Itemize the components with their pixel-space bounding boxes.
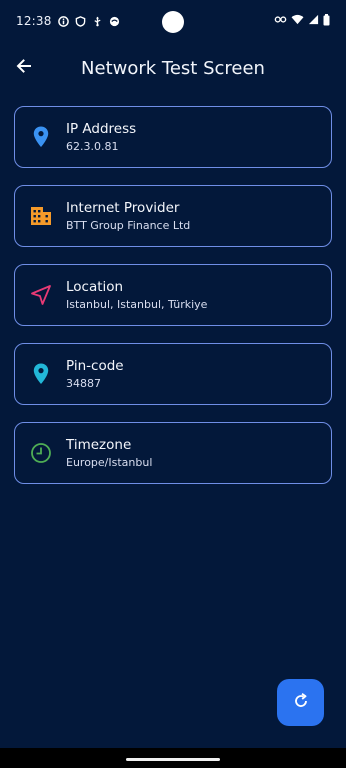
- signal-icon: [308, 14, 319, 28]
- info-icon: [57, 15, 69, 27]
- status-time: 12:38: [16, 14, 52, 28]
- clock-icon: [29, 441, 53, 465]
- card-location[interactable]: Location Istanbul, Istanbul, Türkiye: [14, 264, 332, 326]
- usb-icon: [92, 16, 103, 27]
- status-right-icons: [274, 13, 330, 29]
- refresh-icon: [292, 692, 310, 714]
- card-value: BTT Group Finance Ltd: [66, 219, 191, 232]
- card-ip-address[interactable]: IP Address 62.3.0.81: [14, 106, 332, 168]
- card-pin-code[interactable]: Pin-code 34887: [14, 343, 332, 405]
- status-left-icons: [57, 15, 120, 27]
- card-title: IP Address: [66, 121, 137, 137]
- navigation-bar: [0, 748, 346, 768]
- card-text: Pin-code 34887: [66, 358, 124, 390]
- card-title: Pin-code: [66, 358, 124, 374]
- card-text: Internet Provider BTT Group Finance Ltd: [66, 200, 190, 232]
- card-title: Timezone: [66, 437, 132, 453]
- card-value: Europe/Istanbul: [66, 456, 153, 469]
- wifi-icon: [291, 14, 304, 28]
- building-icon: [29, 204, 53, 228]
- status-left: 12:38: [16, 14, 120, 28]
- card-title: Internet Provider: [66, 200, 180, 216]
- card-text: Timezone Europe/Istanbul: [66, 437, 152, 469]
- navigation-arrow-icon: [29, 283, 53, 307]
- battery-icon: [323, 13, 330, 29]
- card-internet-provider[interactable]: Internet Provider BTT Group Finance Ltd: [14, 185, 332, 247]
- app-icon: [109, 16, 120, 27]
- card-value: 34887: [66, 377, 101, 390]
- info-card-list: IP Address 62.3.0.81 Internet Provider B…: [14, 106, 332, 501]
- app-bar: Network Test Screen: [0, 46, 346, 90]
- card-value: Istanbul, Istanbul, Türkiye: [66, 298, 208, 311]
- card-text: IP Address 62.3.0.81: [66, 121, 136, 153]
- card-value: 62.3.0.81: [66, 140, 119, 153]
- card-title: Location: [66, 279, 124, 295]
- card-timezone[interactable]: Timezone Europe/Istanbul: [14, 422, 332, 484]
- location-pin-icon: [29, 362, 53, 386]
- key-icon: [274, 14, 287, 28]
- location-pin-icon: [29, 125, 53, 149]
- card-text: Location Istanbul, Istanbul, Türkiye: [66, 279, 207, 311]
- refresh-button[interactable]: [277, 679, 324, 726]
- shield-icon: [75, 15, 86, 27]
- page-title: Network Test Screen: [81, 57, 265, 79]
- status-bar: 12:38: [0, 0, 346, 42]
- home-indicator[interactable]: [126, 758, 220, 761]
- camera-cutout: [162, 11, 184, 33]
